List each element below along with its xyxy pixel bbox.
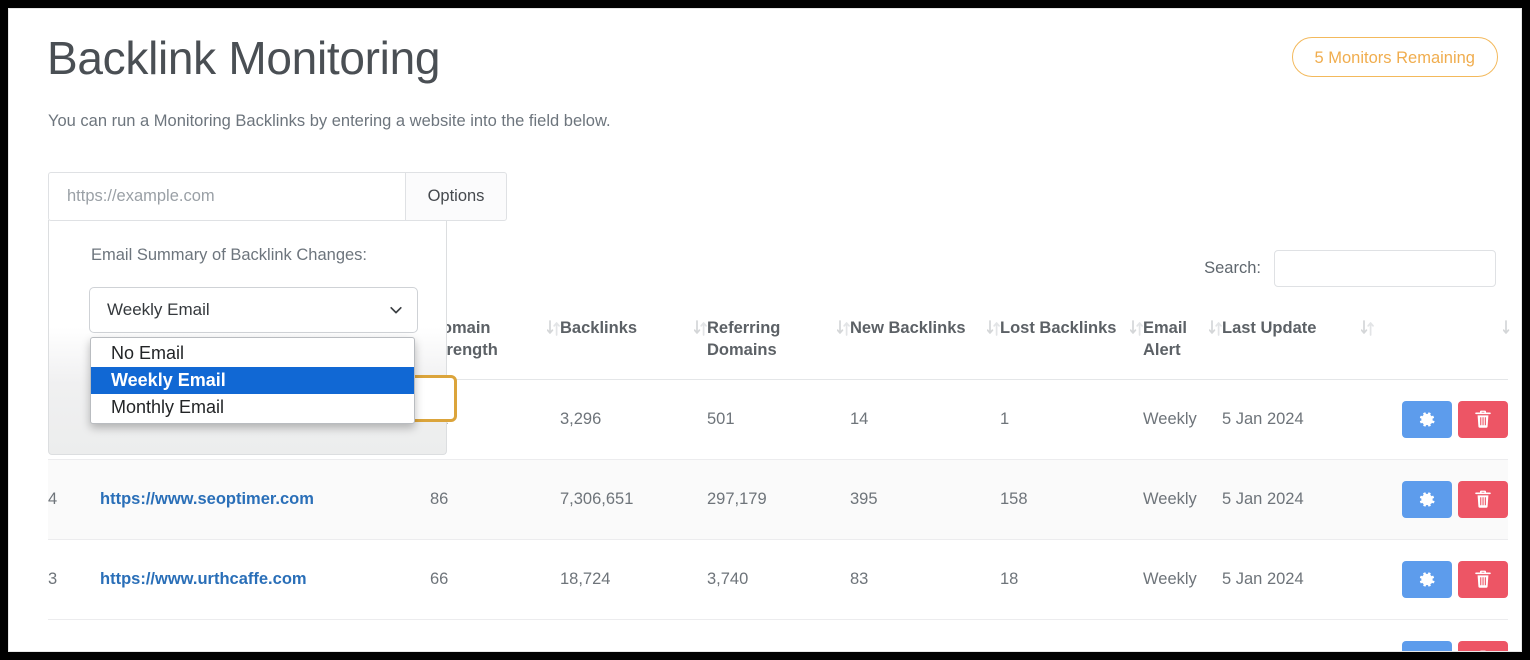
delete-button[interactable] bbox=[1458, 641, 1508, 652]
row-new-backlinks: 14 bbox=[850, 379, 1000, 459]
delete-button[interactable] bbox=[1458, 561, 1508, 598]
options-panel: Email Summary of Backlink Changes: Weekl… bbox=[48, 220, 447, 455]
website-url-input[interactable] bbox=[48, 172, 405, 221]
row-referring-domains: 501 bbox=[707, 379, 850, 459]
options-button[interactable]: Options bbox=[405, 172, 507, 221]
sort-icon bbox=[987, 320, 1000, 336]
email-option-no-email[interactable]: No Email bbox=[91, 340, 414, 367]
row-lost-backlinks: 158 bbox=[1000, 459, 1143, 539]
sort-icon bbox=[694, 320, 707, 336]
row-website[interactable]: https://www.vervecoffee.com bbox=[100, 619, 430, 652]
monitors-remaining-badge: 5 Monitors Remaining bbox=[1292, 37, 1499, 77]
delete-button[interactable] bbox=[1458, 481, 1508, 518]
website-link[interactable]: https://www.vervecoffee.com bbox=[100, 650, 328, 652]
row-last-update: 5 Jan 2024 bbox=[1222, 619, 1374, 652]
row-backlinks: 18,724 bbox=[560, 539, 707, 619]
settings-button[interactable] bbox=[1402, 401, 1452, 438]
trash-icon bbox=[1475, 570, 1491, 588]
trash-icon bbox=[1475, 490, 1491, 508]
gear-icon bbox=[1419, 491, 1436, 508]
row-website[interactable]: https://www.seoptimer.com bbox=[100, 459, 430, 539]
settings-button[interactable] bbox=[1402, 641, 1452, 652]
row-actions bbox=[1374, 459, 1508, 539]
row-lost-backlinks: 66 bbox=[1000, 619, 1143, 652]
row-actions bbox=[1374, 539, 1508, 619]
row-actions bbox=[1374, 619, 1508, 652]
email-summary-select[interactable]: Weekly Email bbox=[89, 287, 418, 333]
row-backlinks: 7,306,651 bbox=[560, 459, 707, 539]
settings-button[interactable] bbox=[1402, 481, 1452, 518]
url-input-group: Options bbox=[48, 172, 507, 221]
row-email-alert: Weekly bbox=[1143, 379, 1222, 459]
row-email-alert: Weekly bbox=[1143, 539, 1222, 619]
table-row[interactable]: 2 https://www.vervecoffee.com 73 133,685… bbox=[48, 619, 1508, 652]
row-last-update: 5 Jan 2024 bbox=[1222, 379, 1374, 459]
row-email-alert: Weekly bbox=[1143, 459, 1222, 539]
row-rank: 4 bbox=[48, 459, 100, 539]
row-referring-domains: 2,981 bbox=[707, 619, 850, 652]
table-row[interactable]: 3 https://www.urthcaffe.com 66 18,724 3,… bbox=[48, 539, 1508, 619]
gear-icon bbox=[1419, 411, 1436, 428]
row-website[interactable]: https://www.urthcaffe.com bbox=[100, 539, 430, 619]
search-input[interactable] bbox=[1274, 250, 1496, 287]
row-lost-backlinks: 18 bbox=[1000, 539, 1143, 619]
row-domain-strength: 66 bbox=[430, 539, 560, 619]
sort-icon bbox=[1361, 320, 1374, 336]
row-domain-strength: 73 bbox=[430, 619, 560, 652]
table-row[interactable]: 4 https://www.seoptimer.com 86 7,306,651… bbox=[48, 459, 1508, 539]
row-backlinks: 133,685 bbox=[560, 619, 707, 652]
search-row: Search: bbox=[1204, 250, 1496, 287]
website-link[interactable]: https://www.urthcaffe.com bbox=[100, 570, 307, 588]
col-referring-domains[interactable]: Referring Domains bbox=[707, 306, 850, 379]
sort-icon bbox=[1130, 320, 1143, 336]
email-summary-selected-value: Weekly Email bbox=[107, 300, 389, 320]
search-label: Search: bbox=[1204, 259, 1261, 278]
delete-button[interactable] bbox=[1458, 401, 1508, 438]
col-last-update[interactable]: Last Update bbox=[1222, 306, 1374, 379]
row-actions bbox=[1374, 379, 1508, 459]
row-referring-domains: 3,740 bbox=[707, 539, 850, 619]
email-summary-label: Email Summary of Backlink Changes: bbox=[91, 246, 367, 265]
row-email-alert: Weekly bbox=[1143, 619, 1222, 652]
row-rank: 3 bbox=[48, 539, 100, 619]
gear-icon bbox=[1419, 571, 1436, 588]
email-summary-option-list[interactable]: No Email Weekly Email Monthly Email bbox=[90, 337, 415, 424]
col-actions[interactable] bbox=[1374, 306, 1508, 379]
row-new-backlinks: 83 bbox=[850, 539, 1000, 619]
sort-icon bbox=[1209, 320, 1222, 336]
page-title: Backlink Monitoring bbox=[47, 33, 440, 84]
screenshot-frame: Backlink Monitoring You can run a Monito… bbox=[0, 0, 1530, 660]
col-domain-strength[interactable]: Domain Strength bbox=[430, 306, 560, 379]
row-domain-strength: 86 bbox=[430, 459, 560, 539]
settings-button[interactable] bbox=[1402, 561, 1452, 598]
row-new-backlinks: 1,422 bbox=[850, 619, 1000, 652]
page-subtitle: You can run a Monitoring Backlinks by en… bbox=[48, 112, 611, 131]
row-backlinks: 3,296 bbox=[560, 379, 707, 459]
row-lost-backlinks: 1 bbox=[1000, 379, 1143, 459]
row-rank: 2 bbox=[48, 619, 100, 652]
col-new-backlinks[interactable]: New Backlinks bbox=[850, 306, 1000, 379]
sort-icon bbox=[1503, 320, 1516, 336]
gear-icon bbox=[1419, 651, 1436, 652]
row-last-update: 5 Jan 2024 bbox=[1222, 539, 1374, 619]
row-new-backlinks: 395 bbox=[850, 459, 1000, 539]
website-link[interactable]: https://www.seoptimer.com bbox=[100, 490, 314, 508]
row-last-update: 5 Jan 2024 bbox=[1222, 459, 1374, 539]
col-lost-backlinks[interactable]: Lost Backlinks bbox=[1000, 306, 1143, 379]
trash-icon bbox=[1475, 650, 1491, 652]
row-referring-domains: 297,179 bbox=[707, 459, 850, 539]
email-option-monthly-email[interactable]: Monthly Email bbox=[91, 394, 414, 421]
sort-icon bbox=[547, 320, 560, 336]
chevron-down-icon bbox=[389, 303, 403, 317]
backlink-monitoring-page: Backlink Monitoring You can run a Monito… bbox=[8, 8, 1522, 652]
col-backlinks[interactable]: Backlinks bbox=[560, 306, 707, 379]
email-option-weekly-email[interactable]: Weekly Email bbox=[91, 367, 414, 394]
sort-icon bbox=[837, 320, 850, 336]
trash-icon bbox=[1475, 410, 1491, 428]
col-email-alert[interactable]: Email Alert bbox=[1143, 306, 1222, 379]
